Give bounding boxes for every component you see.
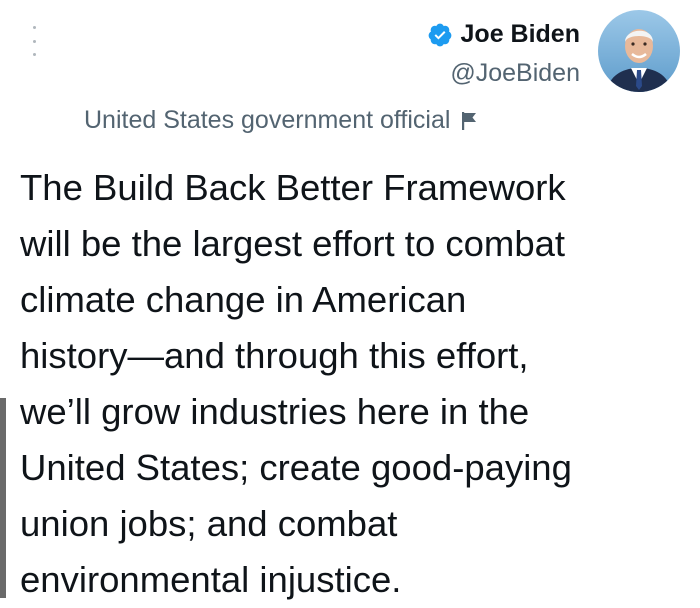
flag-icon [462,111,477,130]
more-options-button[interactable] [24,26,44,56]
author-names: Joe Biden @JoeBiden [427,10,580,88]
author-avatar[interactable] [598,10,680,92]
author-handle[interactable]: @JoeBiden [450,59,580,88]
more-vertical-icon [32,26,36,29]
author-display-name[interactable]: Joe Biden [461,20,580,49]
tweet-header: Joe Biden @JoeBiden [427,10,680,92]
government-label-text[interactable]: United States government official [84,106,450,135]
more-vertical-icon-dot [32,53,36,56]
government-label[interactable]: United States government official [84,106,478,135]
verified-badge-icon [428,23,451,46]
display-name-row[interactable]: Joe Biden [427,20,580,49]
more-vertical-icon-dot [32,39,36,43]
window-edge-divider [0,398,6,598]
tweet-text: The Build Back Better Framework will be … [20,167,572,600]
